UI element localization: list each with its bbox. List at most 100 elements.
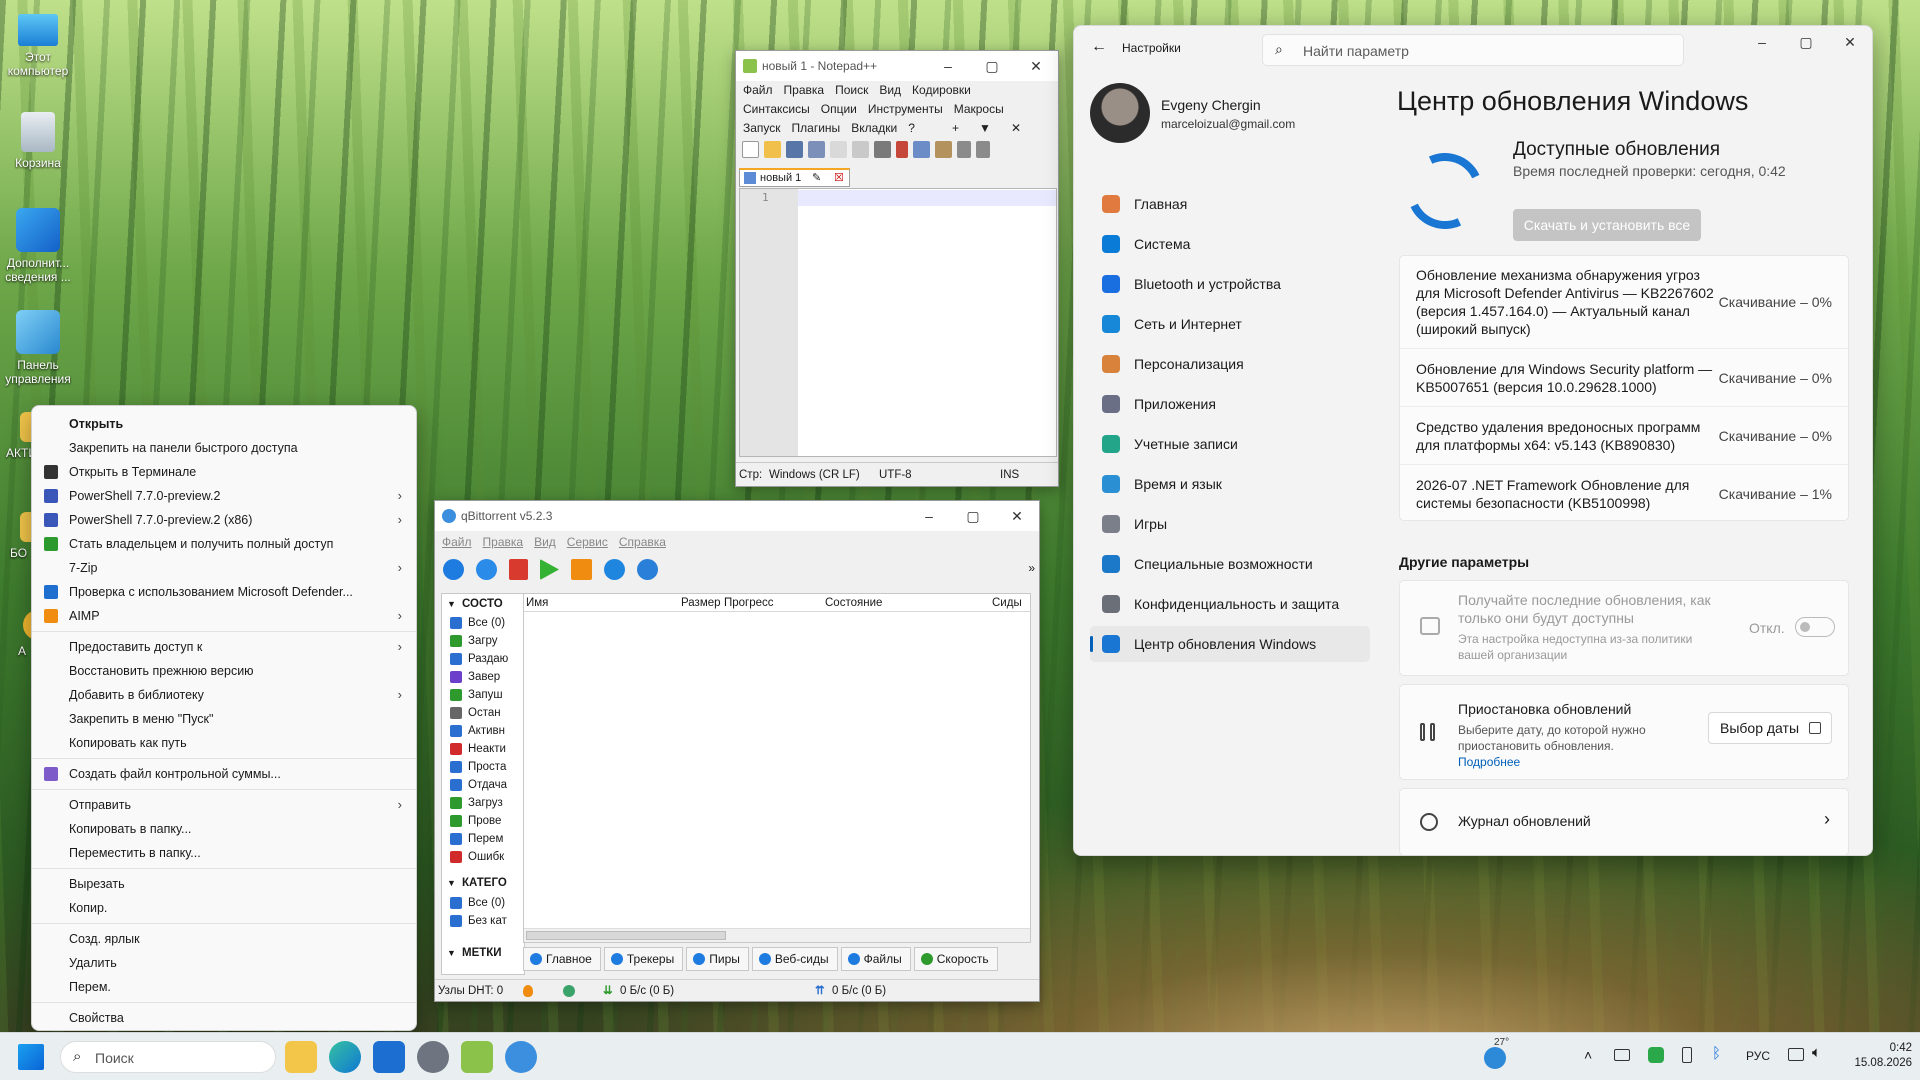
learn-more-link[interactable]: Подробнее <box>1458 755 1520 769</box>
column-name[interactable]: Имя <box>526 594 548 612</box>
menu-item[interactable]: Правка <box>784 83 825 97</box>
menu-item[interactable]: Запуск <box>743 121 781 135</box>
paste-icon[interactable] <box>935 141 952 158</box>
menu-item[interactable]: + <box>952 121 968 135</box>
keyboard-icon[interactable] <box>1614 1049 1630 1061</box>
context-menu-item[interactable]: Добавить в библиотеку › <box>32 683 416 707</box>
context-menu-item[interactable]: Открыть <box>32 412 416 436</box>
status-filter-item[interactable]: Запуш <box>442 686 524 704</box>
save-all-icon[interactable] <box>808 141 825 158</box>
nav-item[interactable]: Главная <box>1090 186 1370 222</box>
notepadpp-titlebar[interactable]: новый 1 - Notepad++ – ▢ ✕ <box>736 51 1058 81</box>
back-arrow-icon[interactable]: ← <box>1091 38 1107 56</box>
context-menu-item[interactable]: Создать файл контрольной суммы... <box>32 762 416 786</box>
context-menu-item[interactable]: Созд. ярлык <box>32 927 416 951</box>
menu-item[interactable]: Вкладки <box>851 121 897 135</box>
status-filter-item[interactable]: Неакти <box>442 740 524 758</box>
weather-icon[interactable] <box>1484 1047 1506 1069</box>
column-state[interactable]: Состояние <box>825 594 882 612</box>
context-menu-item[interactable]: Открыть в Терминале <box>32 460 416 484</box>
input-language[interactable]: РУС <box>1746 1049 1770 1063</box>
close-button[interactable]: ✕ <box>995 501 1039 531</box>
user-avatar[interactable] <box>1090 83 1150 143</box>
qbittorrent-taskbar-icon[interactable] <box>505 1041 537 1073</box>
menu-item[interactable]: Файл <box>743 83 773 97</box>
properties-tab[interactable]: Веб-сиды <box>751 947 838 971</box>
clock[interactable]: 0:42 15.08.2026 <box>1852 1041 1912 1071</box>
menu-item[interactable]: ✕ <box>1011 121 1030 135</box>
properties-tab[interactable]: Скорость <box>913 947 998 971</box>
menu-item[interactable]: Вид <box>534 535 556 549</box>
properties-tab[interactable]: Файлы <box>840 947 911 971</box>
context-menu-item[interactable]: PowerShell 7.7.0-preview.2 (x86) › <box>32 508 416 532</box>
category-filter-header[interactable]: ▼ КАТЕГО <box>442 872 524 894</box>
scrollbar-thumb[interactable] <box>526 931 726 940</box>
status-filter-item[interactable]: Отдача <box>442 776 524 794</box>
print-icon[interactable] <box>874 141 891 158</box>
nav-item[interactable]: Система <box>1090 226 1370 262</box>
nav-item[interactable]: Bluetooth и устройства <box>1090 266 1370 302</box>
category-filter-item[interactable]: Все (0) <box>442 894 524 912</box>
close-file-icon[interactable] <box>830 141 847 158</box>
context-menu-item[interactable]: Переместить в папку... <box>32 841 416 865</box>
notepadpp-taskbar-icon[interactable] <box>461 1041 493 1073</box>
nav-item[interactable]: Центр обновления Windows <box>1090 626 1370 662</box>
context-menu-item[interactable]: Закрепить на панели быстрого доступа <box>32 436 416 460</box>
taskbar-search[interactable]: ⌕ Поиск <box>60 1041 276 1073</box>
desktop-icon-recycle-bin[interactable]: Корзина <box>4 112 72 170</box>
nav-item[interactable]: Время и язык <box>1090 466 1370 502</box>
close-all-icon[interactable] <box>852 141 869 158</box>
status-filter-item[interactable]: Загруз <box>442 794 524 812</box>
menu-item[interactable]: Вид <box>879 83 901 97</box>
cut-icon[interactable] <box>896 141 908 158</box>
start-button[interactable] <box>18 1044 44 1070</box>
status-filter-item[interactable]: Все (0) <box>442 614 524 632</box>
context-menu-item[interactable]: Свойства <box>32 1006 416 1030</box>
context-menu-item[interactable]: Вырезать <box>32 872 416 896</box>
file-explorer-icon[interactable] <box>285 1041 317 1073</box>
delete-icon[interactable] <box>509 559 528 580</box>
menu-item[interactable]: Макросы <box>954 102 1004 116</box>
context-menu-item[interactable]: 7-Zip › <box>32 556 416 580</box>
close-button[interactable]: ✕ <box>1014 51 1058 81</box>
properties-tab[interactable]: Трекеры <box>603 947 684 971</box>
copy-icon[interactable] <box>913 141 930 158</box>
nav-item[interactable]: Приложения <box>1090 386 1370 422</box>
column-seeds[interactable]: Сиды <box>992 594 1022 612</box>
tags-filter-header[interactable]: ▼ МЕТКИ <box>442 942 524 964</box>
device-icon[interactable] <box>1682 1047 1692 1063</box>
start-icon[interactable] <box>540 559 559 580</box>
status-filter-item[interactable]: Ошибк <box>442 848 524 866</box>
menu-item[interactable]: Правка <box>483 535 524 549</box>
column-progress[interactable]: Прогресс <box>724 594 774 612</box>
settings-app-icon[interactable] <box>417 1041 449 1073</box>
menu-item[interactable]: ? <box>908 121 915 135</box>
menu-item[interactable]: Справка <box>619 535 666 549</box>
nav-item[interactable]: Персонализация <box>1090 346 1370 382</box>
desktop-icon-this-pc[interactable]: Этот компьютер <box>4 10 72 78</box>
qbittorrent-titlebar[interactable]: qBittorrent v5.2.3 – ▢ ✕ <box>435 501 1039 531</box>
tab-close-icon[interactable]: ☒ <box>834 170 844 186</box>
maximize-button[interactable]: ▢ <box>970 51 1014 81</box>
status-filter-item[interactable]: Остан <box>442 704 524 722</box>
undo-icon[interactable] <box>957 141 971 158</box>
desktop-icon-control-panel[interactable]: Панель управления <box>4 310 72 386</box>
save-icon[interactable] <box>786 141 803 158</box>
properties-tab[interactable]: Главное <box>523 947 601 971</box>
menu-item[interactable]: Файл <box>442 535 472 549</box>
edge-icon[interactable] <box>329 1041 361 1073</box>
pick-date-button[interactable]: Выбор даты <box>1708 712 1832 744</box>
bluetooth-tray-icon[interactable]: ᛒ <box>1712 1045 1721 1062</box>
maximize-button[interactable]: ▢ <box>1784 26 1828 58</box>
context-menu-item[interactable]: Копировать в папку... <box>32 817 416 841</box>
desktop-icon-info[interactable]: Дополнит... сведения ... <box>4 208 72 284</box>
context-menu-item[interactable]: Закрепить в меню "Пуск" <box>32 707 416 731</box>
menu-item[interactable]: Синтаксисы <box>743 102 810 116</box>
nav-item[interactable]: Конфиденциальность и защита <box>1090 586 1370 622</box>
status-filter-item[interactable]: Проста <box>442 758 524 776</box>
menu-item[interactable]: Инструменты <box>868 102 943 116</box>
context-menu-item[interactable]: Восстановить прежнюю версию <box>32 659 416 683</box>
maximize-button[interactable]: ▢ <box>951 501 995 531</box>
rss-icon[interactable] <box>604 559 625 580</box>
nav-item[interactable]: Сеть и Интернет <box>1090 306 1370 342</box>
